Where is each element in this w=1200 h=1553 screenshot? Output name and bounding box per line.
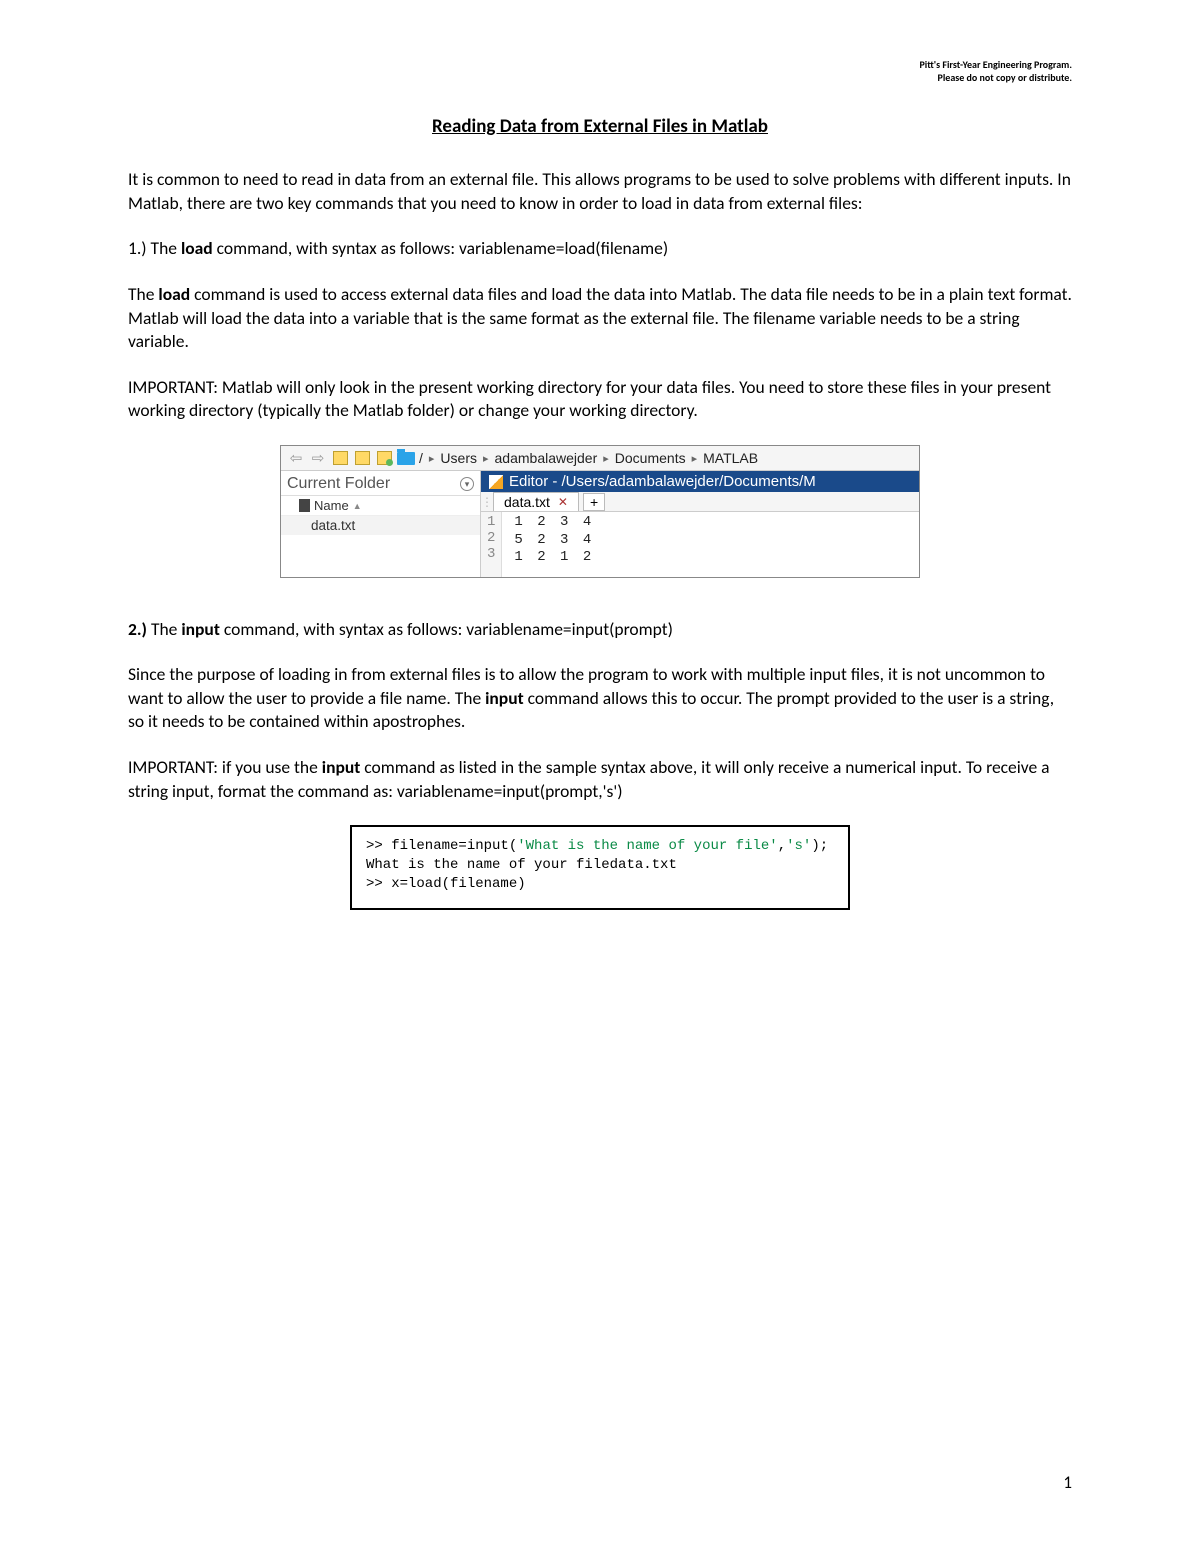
item2-the: The xyxy=(151,618,181,640)
code-line: 5 2 3 4 xyxy=(514,532,594,550)
intro-paragraph: It is common to need to read in data fro… xyxy=(128,168,1072,215)
item2-rest: command, with syntax as follows: variabl… xyxy=(220,618,673,640)
name-column-header[interactable]: Name ▲ xyxy=(281,496,480,516)
p2a: The xyxy=(128,283,158,305)
gutter-num: 1 xyxy=(487,514,495,530)
item1-lead: 1.) The xyxy=(128,237,181,259)
bc-matlab[interactable]: MATLAB xyxy=(703,450,758,466)
line-gutter: 1 2 3 xyxy=(481,512,502,577)
item-2: 2.) The input command, with syntax as fo… xyxy=(128,618,1072,642)
matlab-toolbar: ⇦ ⇨ / ▸ Users ▸ adambalawejder ▸ Documen… xyxy=(281,446,919,471)
p2-load: load xyxy=(158,283,190,305)
editor-lines: 1 2 3 4 5 2 3 4 1 2 1 2 xyxy=(502,512,594,577)
cmd-l1e: ); xyxy=(811,838,828,854)
bc-users[interactable]: Users xyxy=(440,450,477,466)
chevron-right-icon: ▸ xyxy=(427,452,437,465)
editor-tabs: ⋮⋮ data.txt ✕ + xyxy=(481,492,919,512)
item1-command: load xyxy=(181,237,213,259)
code-line: 1 2 1 2 xyxy=(514,549,594,567)
code-line: 1 2 3 4 xyxy=(514,514,594,532)
list-item[interactable]: data.txt xyxy=(281,516,480,535)
chevron-right-icon: ▸ xyxy=(690,452,700,465)
chevron-right-icon: ▸ xyxy=(601,452,611,465)
tab-label: data.txt xyxy=(504,494,550,510)
bc-root[interactable]: / xyxy=(419,450,423,466)
p5a: IMPORTANT: if you use the xyxy=(128,756,322,778)
chevron-right-icon: ▸ xyxy=(481,452,491,465)
header-line1: Pitt's First-Year Engineering Program. xyxy=(919,58,1072,71)
command-window-screenshot: >> filename=input('What is the name of y… xyxy=(350,825,850,910)
p4-input: input xyxy=(485,687,524,709)
back-icon[interactable]: ⇦ xyxy=(287,449,305,467)
new-folder-icon[interactable] xyxy=(375,449,393,467)
input-description: Since the purpose of loading in from ext… xyxy=(128,663,1072,734)
browse-folder-icon[interactable] xyxy=(353,449,371,467)
gutter-num: 3 xyxy=(487,546,495,562)
item-1: 1.) The load command, with syntax as fol… xyxy=(128,237,1072,261)
gutter-num: 2 xyxy=(487,530,495,546)
cmd-l3: >> x=load(filename) xyxy=(366,876,526,892)
item1-rest: command, with syntax as follows: variabl… xyxy=(213,237,668,259)
page-title: Reading Data from External Files in Matl… xyxy=(128,115,1072,138)
file-icon xyxy=(299,499,310,512)
page-body: Reading Data from External Files in Matl… xyxy=(0,0,1200,910)
bc-documents[interactable]: Documents xyxy=(615,450,686,466)
item2-command: input xyxy=(181,618,220,640)
current-folder-panel: Current Folder ▾ Name ▲ data.txt xyxy=(281,471,481,577)
panel-options-icon[interactable]: ▾ xyxy=(460,477,474,491)
load-description: The load command is used to access exter… xyxy=(128,283,1072,354)
close-icon[interactable]: ✕ xyxy=(558,495,568,509)
up-folder-icon[interactable] xyxy=(331,449,349,467)
page-number: 1 xyxy=(1063,1472,1072,1493)
editor-content[interactable]: 1 2 3 1 2 3 4 5 2 3 4 1 2 1 2 xyxy=(481,512,919,577)
important-note-1: IMPORTANT: Matlab will only look in the … xyxy=(128,376,1072,423)
current-folder-icon[interactable] xyxy=(397,449,415,467)
p5-input: input xyxy=(322,756,361,778)
item2-lead: 2.) xyxy=(128,618,151,640)
cmd-string-1: 'What is the name of your file' xyxy=(517,838,777,854)
editor-icon xyxy=(489,475,503,489)
important-note-2: IMPORTANT: if you use the input command … xyxy=(128,756,1072,803)
drag-handle-icon[interactable]: ⋮⋮ xyxy=(481,495,491,509)
header-line2: Please do not copy or distribute. xyxy=(919,71,1072,84)
cmd-l1a: >> filename=input( xyxy=(366,838,517,854)
new-tab-button[interactable]: + xyxy=(583,493,605,511)
cmd-l2: What is the name of your filedata.txt xyxy=(366,857,677,873)
current-folder-title: Current Folder ▾ xyxy=(281,473,480,496)
editor-titlebar: Editor - /Users/adambalawejder/Documents… xyxy=(481,471,919,492)
p2c: command is used to access external data … xyxy=(128,283,1072,352)
editor-title-text: Editor - /Users/adambalawejder/Documents… xyxy=(509,473,816,490)
matlab-body: Current Folder ▾ Name ▲ data.txt Editor … xyxy=(281,471,919,577)
cmd-l1c: , xyxy=(778,838,786,854)
editor-panel: Editor - /Users/adambalawejder/Documents… xyxy=(481,471,919,577)
cf-label: Current Folder xyxy=(287,475,390,493)
matlab-screenshot: ⇦ ⇨ / ▸ Users ▸ adambalawejder ▸ Documen… xyxy=(280,445,920,578)
editor-tab[interactable]: data.txt ✕ xyxy=(493,492,579,511)
bc-user[interactable]: adambalawejder xyxy=(495,450,598,466)
forward-icon[interactable]: ⇨ xyxy=(309,449,327,467)
cmd-string-2: 's' xyxy=(786,838,811,854)
header-notice: Pitt's First-Year Engineering Program. P… xyxy=(919,58,1072,84)
name-header-text: Name xyxy=(314,498,349,513)
sort-asc-icon: ▲ xyxy=(353,501,362,511)
